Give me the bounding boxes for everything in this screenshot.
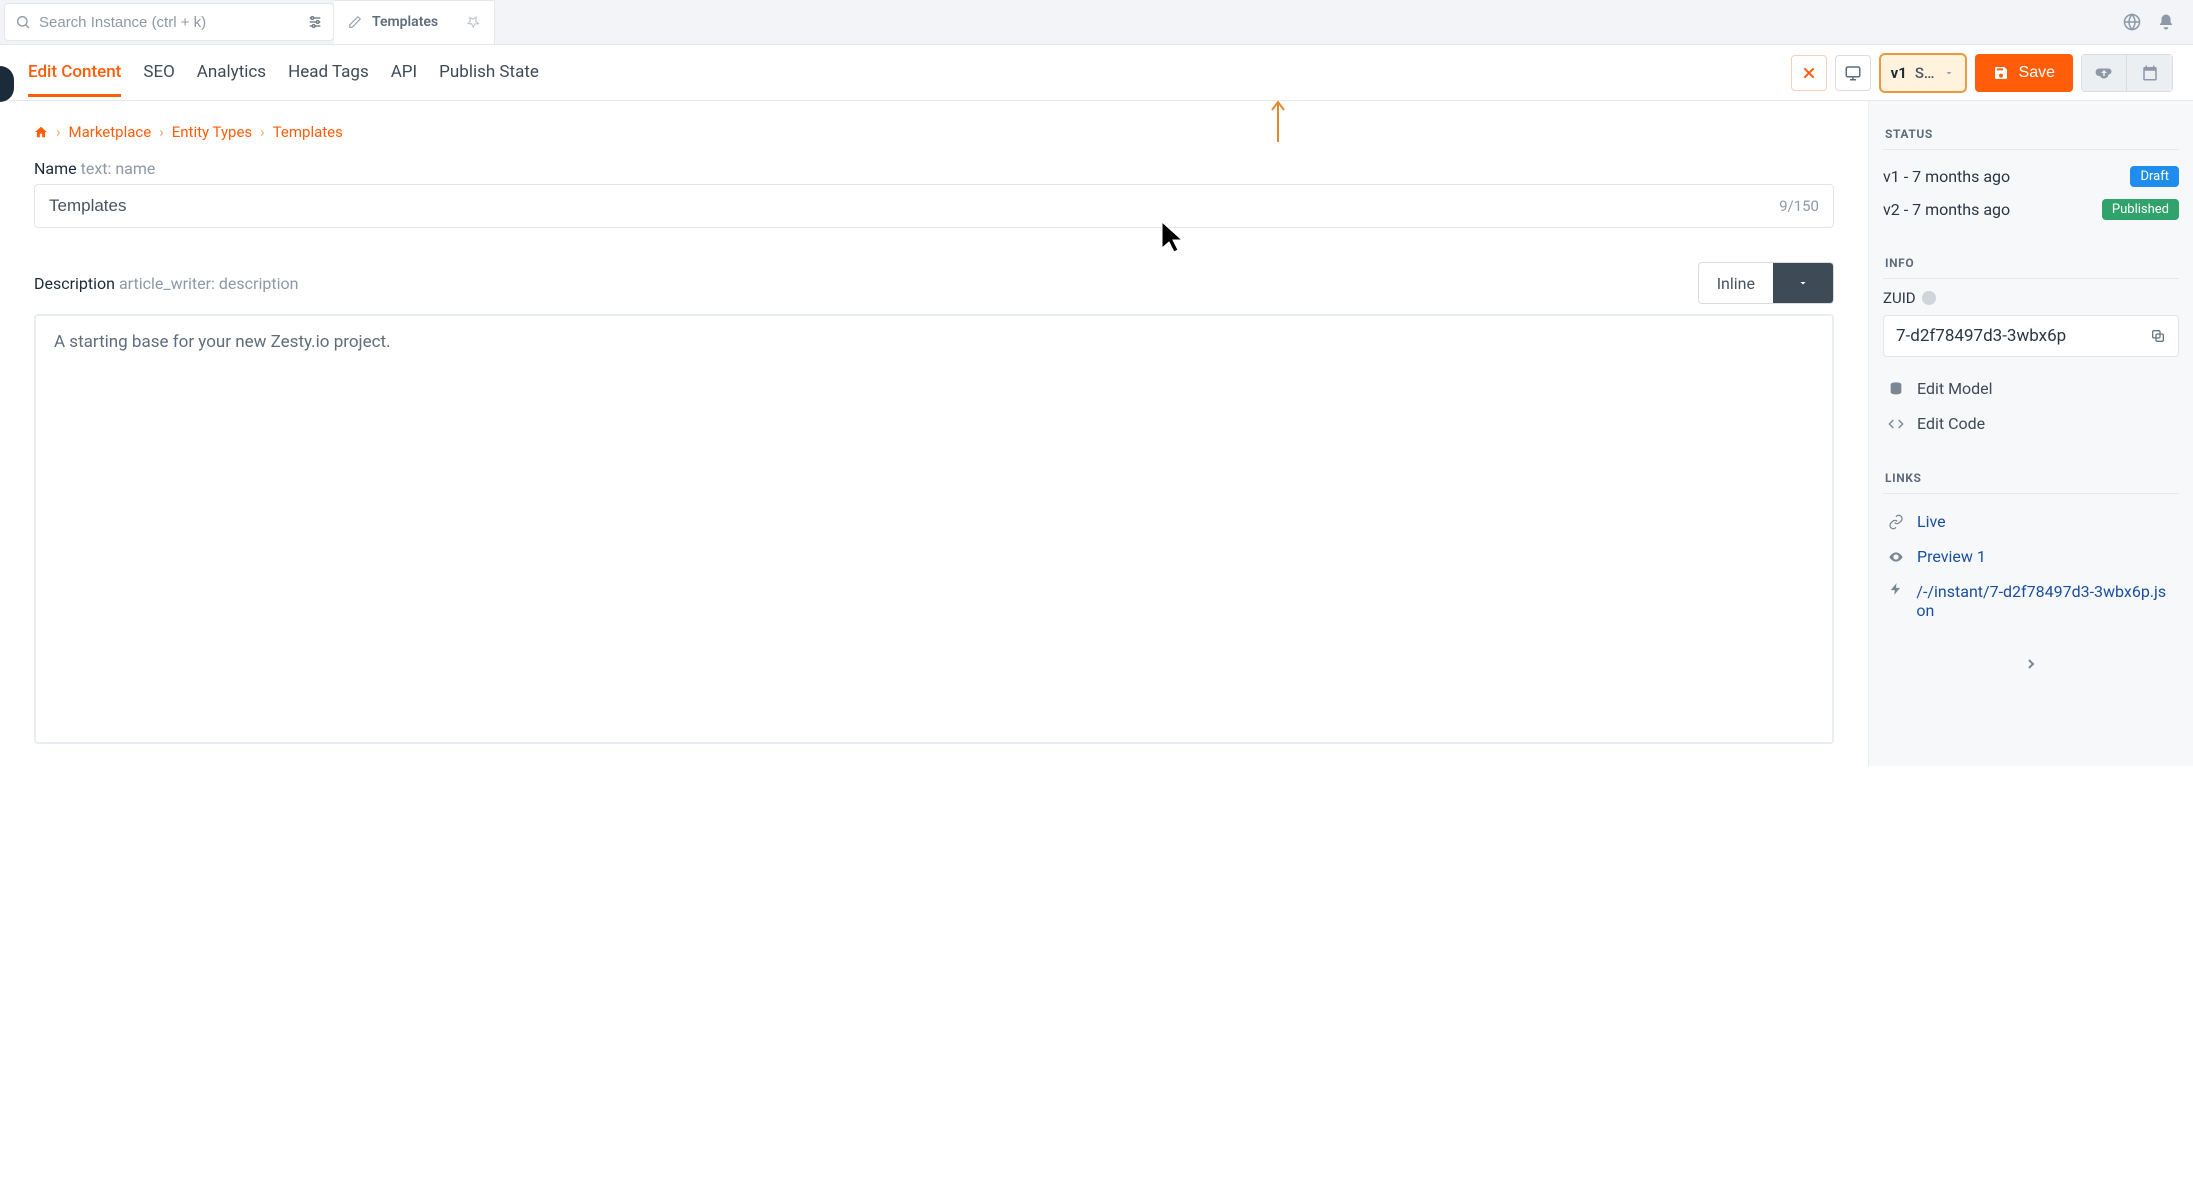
link-instant[interactable]: /-/instant/7-d2f78497d3-3wbx6p.json — [1883, 574, 2179, 628]
chevron-right-icon: › — [260, 123, 265, 141]
name-input-wrap[interactable]: 9/150 — [34, 184, 1834, 228]
search-icon — [15, 14, 31, 30]
form-area: › Marketplace › Entity Types › Templates… — [0, 101, 1868, 766]
home-icon[interactable] — [34, 125, 48, 139]
edit-code-label: Edit Code — [1917, 414, 1985, 433]
name-char-counter: 9/150 — [1779, 197, 1819, 215]
annotation-arrow — [1270, 100, 1286, 144]
nav-tabs: Edit Content SEO Analytics Head Tags API… — [28, 48, 539, 97]
name-label-sub: text: name — [81, 159, 156, 178]
global-search[interactable] — [4, 3, 334, 41]
name-field-label: Name text: name — [34, 159, 1834, 178]
zuid-value: 7-d2f78497d3-3wbx6p — [1896, 326, 2066, 346]
info-icon[interactable] — [1922, 291, 1936, 305]
description-label-text: Description — [34, 274, 115, 293]
status-heading: STATUS — [1883, 119, 2179, 150]
chevron-down-icon — [1943, 67, 1955, 79]
link-preview[interactable]: Preview 1 — [1883, 539, 2179, 574]
status-row-v2[interactable]: v2 - 7 months ago Published — [1883, 193, 2179, 226]
edit-model-link[interactable]: Edit Model — [1883, 371, 2179, 406]
version-number: v1 — [1891, 64, 1907, 82]
name-label-text: Name — [34, 159, 77, 178]
save-label: Save — [2019, 64, 2055, 82]
publish-group — [2081, 54, 2173, 92]
name-input[interactable] — [49, 196, 1779, 216]
version-selector[interactable]: v1 S… — [1879, 53, 1967, 93]
version-state-abbrev: S… — [1915, 64, 1935, 82]
content-toolbar: Edit Content SEO Analytics Head Tags API… — [0, 45, 2193, 101]
breadcrumb-marketplace[interactable]: Marketplace — [69, 123, 152, 141]
content-row: › Marketplace › Entity Types › Templates… — [0, 101, 2193, 766]
pin-icon[interactable] — [466, 15, 480, 29]
link-preview-label: Preview 1 — [1917, 547, 1986, 566]
zuid-value-box: 7-d2f78497d3-3wbx6p — [1883, 315, 2179, 357]
links-heading: LINKS — [1883, 463, 2179, 494]
description-mode-select[interactable]: Inline — [1698, 262, 1834, 304]
description-mode-toggle[interactable] — [1773, 263, 1833, 303]
chevron-right-icon: › — [56, 123, 61, 141]
status-version-label: v1 - 7 months ago — [1883, 167, 2010, 186]
tab-api[interactable]: API — [391, 48, 417, 97]
close-button[interactable] — [1791, 55, 1827, 91]
tab-label: Templates — [372, 14, 438, 30]
link-icon — [1887, 514, 1905, 530]
tab-head-tags[interactable]: Head Tags — [288, 48, 369, 97]
status-row-v1[interactable]: v1 - 7 months ago Draft — [1883, 160, 2179, 193]
description-label-sub: article_writer: description — [119, 274, 298, 293]
edit-code-link[interactable]: Edit Code — [1883, 406, 2179, 441]
database-icon — [1887, 381, 1905, 397]
cloud-upload-button[interactable] — [2081, 54, 2127, 92]
status-badge-published: Published — [2102, 199, 2179, 220]
tab-analytics[interactable]: Analytics — [197, 48, 266, 97]
status-badge-draft: Draft — [2130, 166, 2179, 187]
tab-edit-content[interactable]: Edit Content — [28, 48, 121, 97]
save-icon — [1993, 65, 2009, 81]
description-mode-label: Inline — [1699, 263, 1773, 303]
side-panel: STATUS v1 - 7 months ago Draft v2 - 7 mo… — [1868, 101, 2193, 766]
status-version-label: v2 - 7 months ago — [1883, 200, 2010, 219]
top-bar: Templates — [0, 0, 2193, 45]
breadcrumb: › Marketplace › Entity Types › Templates — [34, 123, 1834, 141]
description-editor[interactable]: A starting base for your new Zesty.io pr… — [34, 314, 1834, 744]
copy-icon[interactable] — [2150, 328, 2166, 344]
filter-icon[interactable] — [307, 14, 323, 30]
preview-device-button[interactable] — [1835, 55, 1871, 91]
cursor-icon — [1160, 220, 1186, 254]
bolt-icon — [1887, 582, 1904, 596]
pencil-icon — [348, 15, 362, 29]
description-field-label: Description article_writer: description — [34, 274, 298, 293]
zuid-label-text: ZUID — [1883, 289, 1916, 307]
chevron-right-icon: › — [159, 123, 164, 141]
link-live-label: Live — [1917, 512, 1946, 531]
info-heading: INFO — [1883, 248, 2179, 279]
code-icon — [1887, 416, 1905, 432]
zuid-label: ZUID — [1883, 289, 2179, 307]
search-input[interactable] — [39, 14, 299, 31]
bell-icon[interactable] — [2157, 13, 2175, 31]
link-instant-label: /-/instant/7-d2f78497d3-3wbx6p.json — [1916, 582, 2175, 620]
link-live[interactable]: Live — [1883, 504, 2179, 539]
schedule-button[interactable] — [2127, 54, 2173, 92]
eye-icon — [1887, 549, 1905, 565]
edit-model-label: Edit Model — [1917, 379, 1993, 398]
open-tab-templates[interactable]: Templates — [334, 0, 495, 45]
tab-publish-state[interactable]: Publish State — [439, 48, 539, 97]
breadcrumb-entity-types[interactable]: Entity Types — [172, 123, 252, 141]
expand-right-icon[interactable] — [1883, 656, 2179, 672]
globe-icon[interactable] — [2123, 13, 2141, 31]
breadcrumb-templates[interactable]: Templates — [273, 123, 343, 141]
description-content: A starting base for your new Zesty.io pr… — [54, 332, 391, 352]
tab-seo[interactable]: SEO — [143, 48, 174, 97]
save-button[interactable]: Save — [1975, 54, 2073, 92]
